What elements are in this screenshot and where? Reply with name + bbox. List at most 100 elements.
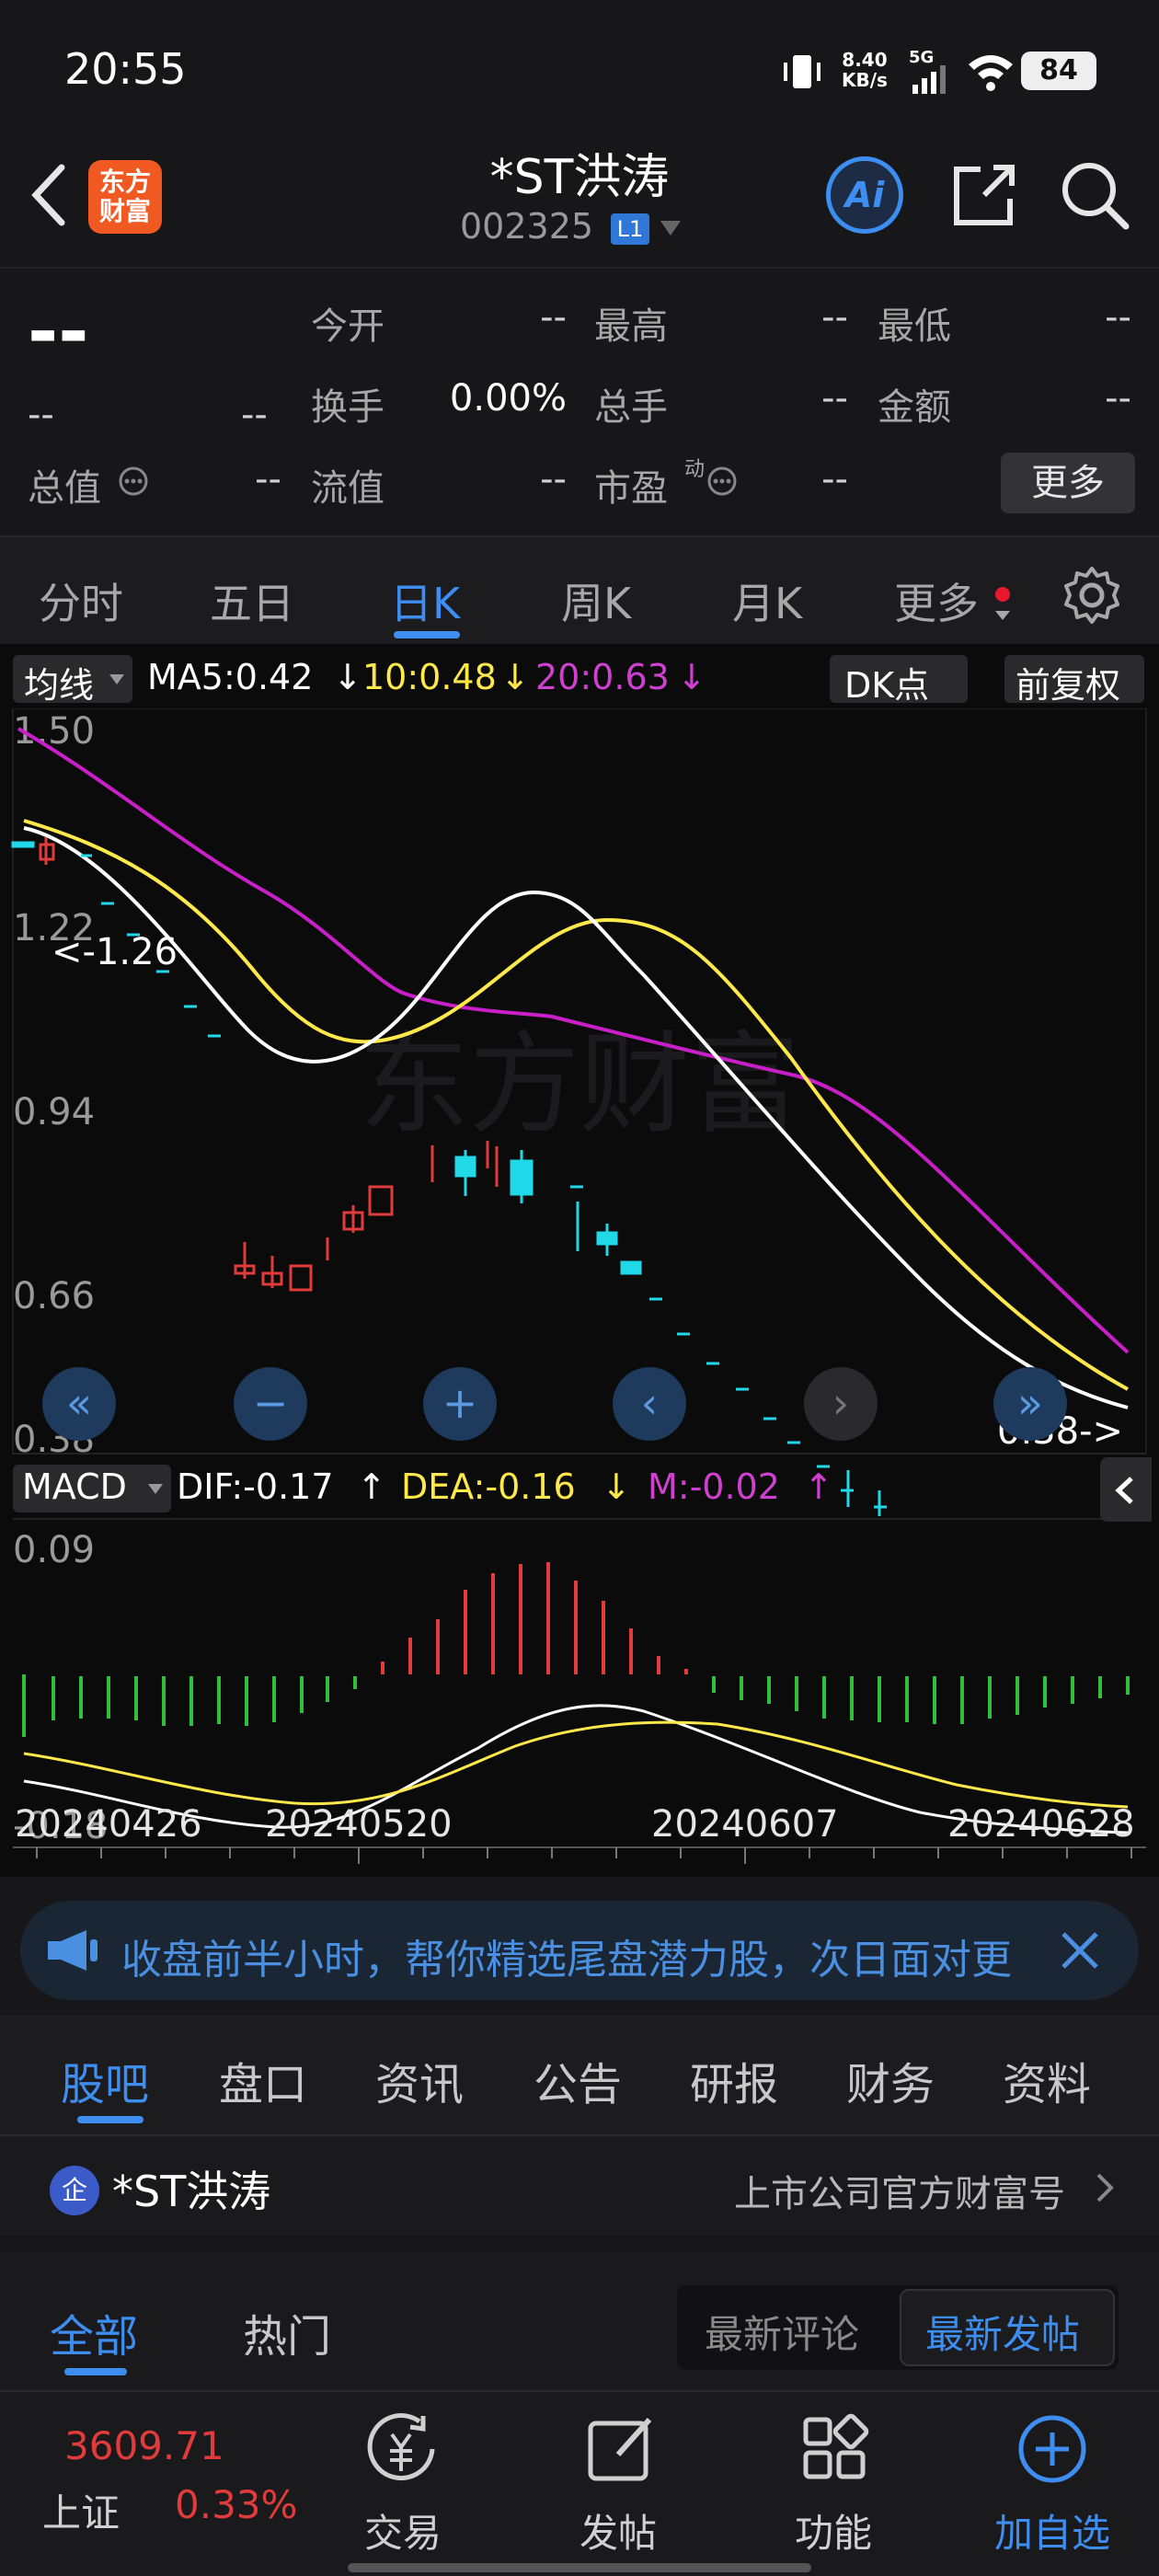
period-tabs: 分时 五日 日K 周K 月K 更多 [0, 535, 1159, 644]
more-button[interactable]: 更多 [1001, 453, 1135, 513]
macd-positive-bars [381, 1562, 688, 1674]
kline-chart-area[interactable]: 均线 MA5:0.42 ↓ 10:0.48 ↓ 20:0.63 ↓ DK点 前复… [0, 644, 1159, 1877]
kline-svg[interactable]: 东方财富 1.50 1.22 0.94 0.66 0.38 <-1.26 0.3… [0, 708, 1159, 1877]
nav-post[interactable]: 发帖 [545, 2502, 692, 2559]
tab-five-day[interactable]: 五日 [210, 570, 294, 631]
info-tabs: 股吧 盘口 资讯 公告 研报 财务 资料 [0, 2015, 1159, 2134]
tab-profile[interactable]: 资料 [1003, 2048, 1091, 2112]
settings-gear-icon[interactable] [1061, 565, 1122, 626]
active-tab-indicator [64, 2368, 127, 2375]
net-speed: 8.40 KB/s [842, 49, 888, 91]
active-tab-indicator [394, 631, 460, 638]
fast-forward-button[interactable]: » [993, 1367, 1067, 1441]
nav-add-watchlist[interactable]: 加自选 [979, 2502, 1126, 2559]
promo-banner[interactable]: 收盘前半小时，帮你精选尾盘潜力股，次日面对更 [20, 1901, 1139, 2000]
pan-right-button[interactable]: › [804, 1367, 878, 1441]
app-logo: 东方 财富 [88, 160, 162, 234]
tab-forum[interactable]: 股吧 [61, 2048, 149, 2112]
price-change: -- [28, 394, 54, 436]
index-value[interactable]: 3609.71 [64, 2423, 224, 2468]
tab-announcements[interactable]: 公告 [534, 2048, 622, 2112]
company-row[interactable]: 企 *ST洪涛 上市公司官方财富号 [0, 2134, 1159, 2236]
dk-point-button[interactable]: DK点 [830, 655, 968, 706]
pe-value: -- [821, 458, 848, 500]
stock-code: 002325 [460, 206, 594, 247]
banner-text: 收盘前半小时，帮你精选尾盘潜力股，次日面对更 [121, 1937, 1012, 1984]
dropdown-icon [109, 674, 124, 684]
dea-line [23, 1720, 1129, 1809]
chevron-right-icon [1096, 2173, 1114, 2202]
info-icon[interactable] [118, 466, 149, 497]
tab-monthly-k[interactable]: 月K [732, 570, 802, 631]
home-indicator [348, 2563, 811, 2572]
y-tick: 0.94 [13, 1091, 95, 1133]
low-label: 最低 [878, 305, 951, 348]
apps-grid-icon[interactable] [798, 2412, 872, 2486]
rewind-button[interactable]: « [42, 1367, 116, 1441]
macd-y-tick: 0.09 [13, 1529, 95, 1571]
dif-legend: DIF:-0.17 [177, 1466, 334, 1507]
high-value: -- [821, 296, 848, 339]
tab-daily-k[interactable]: 日K [390, 570, 460, 631]
quote-panel: -- -- -- 今开 -- 最高 -- 最低 -- 换手 0.00% 总手 -… [0, 267, 1159, 534]
ma20-legend: 20:0.63 [535, 657, 670, 697]
index-name[interactable]: 上证 [42, 2482, 120, 2538]
ai-button[interactable]: Ai [826, 156, 903, 234]
zoom-out-button[interactable]: − [234, 1367, 307, 1441]
pe-dynamic-mark: 动 [684, 458, 706, 481]
info-icon[interactable] [706, 466, 738, 497]
x-date-label: 20240426 [15, 1803, 202, 1846]
close-icon[interactable] [1058, 1928, 1102, 1972]
ma5-legend: MA5:0.42 [147, 657, 314, 697]
share-icon[interactable] [947, 158, 1021, 232]
adjust-button[interactable]: 前复权 [1004, 655, 1144, 706]
add-circle-icon[interactable] [1016, 2412, 1089, 2486]
dropdown-icon[interactable] [659, 219, 683, 237]
bottom-navbar: 3609.71 上证 0.33% 交易 发帖 功能 加自选 [0, 2390, 1159, 2576]
tab-orderbook[interactable]: 盘口 [219, 2048, 307, 2112]
zoom-in-button[interactable]: + [423, 1367, 497, 1441]
watermark: 东方财富 [359, 1021, 800, 1149]
compose-icon[interactable] [585, 2412, 659, 2486]
tab-research[interactable]: 研报 [690, 2048, 778, 2112]
level-badge[interactable]: L1 [611, 213, 649, 245]
high-marker: <-1.26 [52, 931, 178, 973]
nav-functions[interactable]: 功能 [760, 2502, 907, 2559]
m-legend: M:-0.02 [648, 1466, 780, 1507]
sort-latest-post: 最新发帖 [925, 2312, 1081, 2357]
pan-left-button[interactable]: ‹ [613, 1367, 686, 1441]
high-label: 最高 [594, 305, 668, 348]
sort-latest-post-button[interactable]: 最新发帖 [900, 2289, 1115, 2366]
sort-latest-comment[interactable]: 最新评论 [705, 2304, 859, 2360]
indicator-select[interactable]: 均线 [13, 655, 132, 706]
dropdown-icon [148, 1484, 163, 1494]
tab-financials[interactable]: 财务 [846, 2048, 935, 2112]
tab-more[interactable]: 更多 [894, 570, 979, 631]
tab-weekly-k[interactable]: 周K [561, 570, 631, 631]
price-change-pct: -- [241, 394, 268, 436]
nav-trade[interactable]: 交易 [329, 2502, 476, 2559]
low-value: -- [1105, 296, 1131, 339]
volume-value: -- [821, 377, 848, 420]
collapse-panel-button[interactable] [1100, 1457, 1152, 1522]
active-tab-indicator [77, 2116, 143, 2123]
open-value: -- [540, 296, 567, 339]
adjust-label: 前复权 [1016, 665, 1121, 706]
feed-tab-hot[interactable]: 热门 [243, 2300, 331, 2364]
official-account-link[interactable]: 上市公司官方财富号 [734, 2164, 1065, 2217]
feed-tab-all[interactable]: 全部 [50, 2300, 138, 2364]
dk-point-label: DK点 [844, 665, 930, 706]
back-icon[interactable] [23, 158, 78, 232]
macd-select[interactable]: MACD [13, 1465, 171, 1512]
index-change[interactable]: 0.33% [175, 2482, 297, 2527]
trade-yen-icon[interactable] [364, 2412, 442, 2486]
enterprise-badge: 企 [50, 2166, 99, 2215]
tab-intraday[interactable]: 分时 [39, 570, 123, 631]
total-value: -- [255, 458, 281, 500]
macd-negative-bars [22, 1674, 1130, 1737]
signal-icon [912, 65, 946, 94]
total-value-label: 总值 [28, 467, 101, 510]
search-icon[interactable] [1058, 158, 1131, 232]
tab-news[interactable]: 资讯 [375, 2048, 464, 2112]
stock-title: *ST洪涛 [489, 150, 670, 205]
